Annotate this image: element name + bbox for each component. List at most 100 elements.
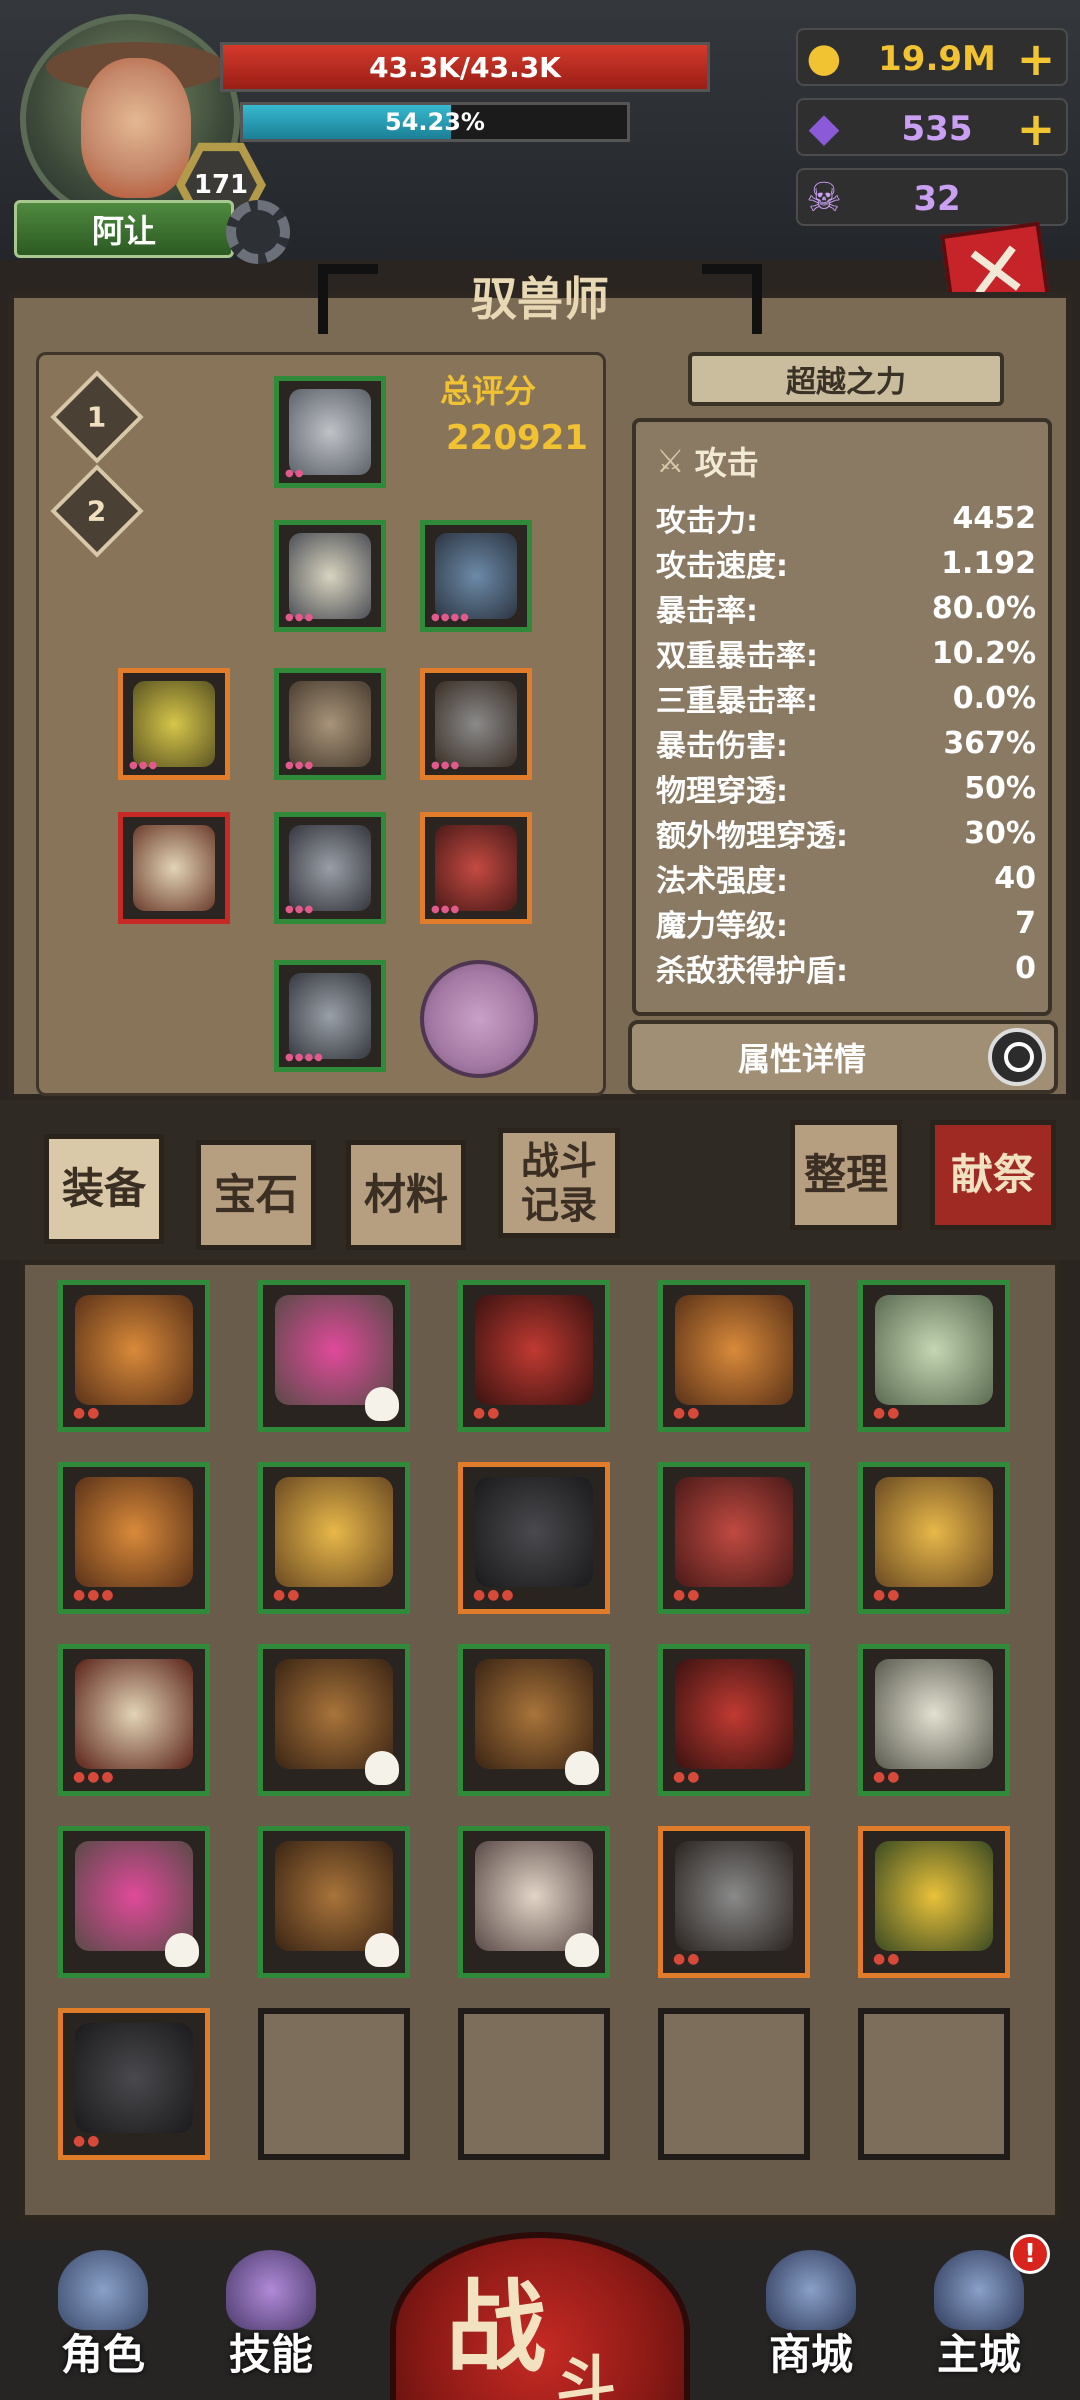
- equip-slot-boots[interactable]: ●●●●: [274, 960, 386, 1072]
- inventory-slot[interactable]: [458, 1644, 610, 1796]
- tab-gems[interactable]: 宝石: [196, 1140, 316, 1250]
- gem-sockets: ●●●●: [431, 612, 470, 623]
- sort-button[interactable]: 整理: [790, 1120, 902, 1230]
- inventory-slot-empty[interactable]: [258, 2008, 410, 2160]
- equip-slot-belt[interactable]: ●●●: [274, 668, 386, 780]
- inventory-slot[interactable]: ●●: [858, 1280, 1010, 1432]
- score-label: 总评分: [440, 372, 537, 410]
- horned-helmet-icon: [675, 1477, 793, 1587]
- nav-shop[interactable]: 商城: [736, 2250, 886, 2390]
- gem-sockets: ●●●: [431, 760, 461, 771]
- inventory-slot[interactable]: ●●: [658, 1644, 810, 1796]
- stat-row: 攻击力: 4452: [656, 500, 1036, 540]
- stat-row: 法术强度: 40: [656, 860, 1036, 900]
- sacrifice-button[interactable]: 献祭: [930, 1120, 1056, 1230]
- stat-row: 双重暴击率: 10.2%: [656, 635, 1036, 675]
- skull-icon: [365, 1387, 399, 1421]
- inventory-slot[interactable]: ●●: [58, 1280, 210, 1432]
- inventory-slot[interactable]: ●●: [658, 1826, 810, 1978]
- inventory-slot[interactable]: ●●: [658, 1280, 810, 1432]
- battle-label-sub: 斗: [556, 2350, 616, 2400]
- attribute-details-label: 属性详情: [737, 1040, 866, 1078]
- attribute-details-button[interactable]: 属性详情: [628, 1020, 1058, 1094]
- nav-skills[interactable]: 技能: [196, 2250, 346, 2390]
- gem-sockets: ●●●: [285, 760, 315, 771]
- add-crystal-button[interactable]: +: [1016, 100, 1056, 158]
- amulet-icon: [435, 681, 517, 767]
- tab-equipment[interactable]: 装备: [44, 1134, 164, 1244]
- exp-bar: 54.23%: [240, 102, 630, 142]
- armored-gauntlet-icon: [289, 825, 371, 911]
- scarf-icon: [875, 1477, 993, 1587]
- currency-gold: ● 19.9M +: [796, 28, 1068, 86]
- inventory-slot-empty[interactable]: [858, 2008, 1010, 2160]
- nav-character[interactable]: 角色: [28, 2250, 178, 2390]
- add-gold-button[interactable]: +: [1016, 30, 1056, 88]
- stat-row: 三重暴击率: 0.0%: [656, 680, 1036, 720]
- cloak-icon: [75, 1295, 193, 1405]
- gem-sockets: ●●: [285, 468, 305, 479]
- skull-icon: [365, 1933, 399, 1967]
- equip-slot-armor[interactable]: ●●●: [274, 520, 386, 632]
- inventory-slot[interactable]: ●●: [58, 2008, 210, 2160]
- inventory-slot[interactable]: [58, 1826, 210, 1978]
- beast-armor-icon: [435, 533, 517, 619]
- player-name[interactable]: 阿让: [14, 200, 234, 258]
- inventory-slot[interactable]: ●●: [258, 1462, 410, 1614]
- nav-skills-label: 技能: [228, 2329, 313, 2379]
- search-icon: [988, 1028, 1046, 1086]
- stat-row: 攻击速度: 1.192: [656, 545, 1036, 585]
- gem-sockets: ●●●●: [285, 1052, 324, 1063]
- equip-slot-weapon[interactable]: [118, 812, 230, 924]
- tab-materials[interactable]: 材料: [346, 1140, 466, 1250]
- right-bracket: [702, 264, 762, 334]
- inventory-slot[interactable]: ●●: [458, 1280, 610, 1432]
- inventory-slot[interactable]: ●●: [858, 1826, 1010, 1978]
- stat-row: 额外物理穿透: 30%: [656, 815, 1036, 855]
- ribcage-icon: [875, 1659, 993, 1769]
- inventory-slot[interactable]: [258, 1644, 410, 1796]
- inventory-slot[interactable]: [258, 1826, 410, 1978]
- stats-panel[interactable]: ⚔ 攻击 攻击力: 4452 攻击速度: 1.192 暴击率: 80.0% 双重暴击率…: [632, 418, 1052, 1016]
- boots-icon: [289, 973, 371, 1059]
- dragon-bracer-icon: [435, 825, 517, 911]
- skull-icon: [565, 1933, 599, 1967]
- horn-belt-icon: [675, 1659, 793, 1769]
- winged-armor-icon: [289, 533, 371, 619]
- golden-claw-icon: [133, 681, 215, 767]
- stat-row: 暴击伤害: 367%: [656, 725, 1036, 765]
- inventory-slot-empty[interactable]: [658, 2008, 810, 2160]
- equip-slot-helmet[interactable]: ●●: [274, 376, 386, 488]
- gem-sockets: ●●●: [285, 904, 315, 915]
- inventory-slot[interactable]: [458, 1826, 610, 1978]
- equip-slot-bracer[interactable]: ●●●: [420, 812, 532, 924]
- gear-icon[interactable]: [226, 200, 290, 264]
- scaled-egg-icon: [875, 1295, 993, 1405]
- inventory-slot[interactable]: [258, 1280, 410, 1432]
- nav-main-city[interactable]: ! 主城: [904, 2234, 1054, 2390]
- exp-text: 54.23%: [385, 108, 485, 136]
- dark-glove-icon: [75, 2023, 193, 2133]
- inventory-slot[interactable]: ●●: [858, 1462, 1010, 1614]
- stat-row: 杀敌获得护盾: 0: [656, 950, 1036, 990]
- wax-seal-icon[interactable]: [420, 960, 538, 1078]
- inventory-slot[interactable]: ●●●: [58, 1644, 210, 1796]
- equip-slot-gloves[interactable]: ●●●: [274, 812, 386, 924]
- inventory-slot[interactable]: ●●●: [58, 1462, 210, 1614]
- stat-row: 暴击率: 80.0%: [656, 590, 1036, 630]
- left-bracket: [318, 264, 378, 334]
- surpass-power-button[interactable]: 超越之力: [688, 352, 1004, 406]
- inventory-slot[interactable]: ●●: [858, 1644, 1010, 1796]
- bone-boots-icon: [75, 1659, 193, 1769]
- amulet-icon: [675, 1841, 793, 1951]
- inventory-slot-empty[interactable]: [458, 2008, 610, 2160]
- ram-value: 32: [913, 179, 961, 219]
- inventory-slot[interactable]: ●●: [658, 1462, 810, 1614]
- tab-battle-log[interactable]: 战斗记录: [498, 1128, 620, 1238]
- equip-slot-offhand[interactable]: ●●●: [118, 668, 230, 780]
- equip-slot-pet[interactable]: ●●●●: [420, 520, 532, 632]
- gem-sockets: ●●●: [285, 612, 315, 623]
- equip-slot-amulet[interactable]: ●●●: [420, 668, 532, 780]
- stat-row: 魔力等级: 7: [656, 905, 1036, 945]
- inventory-slot[interactable]: ●●●: [458, 1462, 610, 1614]
